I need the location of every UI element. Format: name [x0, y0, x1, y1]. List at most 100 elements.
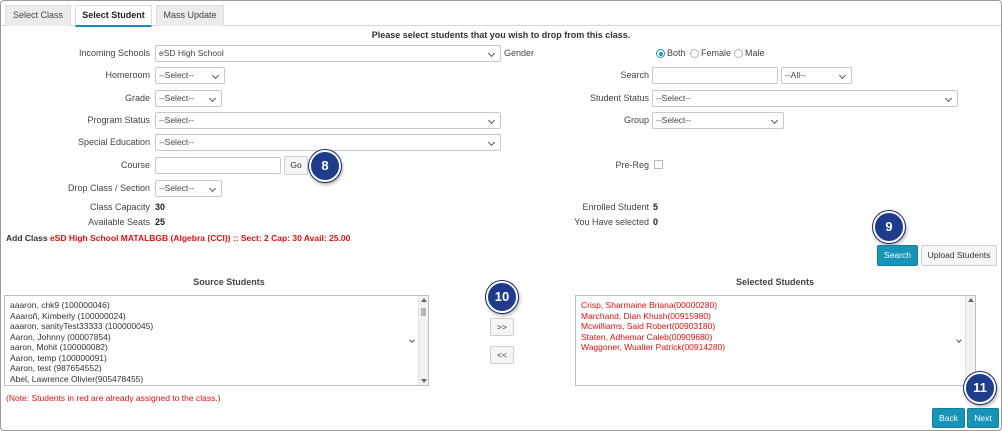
go-button[interactable]: Go — [284, 156, 308, 175]
add-class-line: Add Class eSD High School MATALBGB (Alge… — [6, 233, 350, 243]
list-item[interactable]: aaaron, sanityTest33333 (100000045) — [5, 321, 428, 332]
group-label: Group — [623, 115, 649, 125]
grade-label: Grade — [124, 93, 150, 103]
grade-select[interactable]: --Select-- — [155, 90, 222, 107]
list-item[interactable]: Crisp, Sharmaine Briana(00000280) — [576, 300, 975, 311]
chevron-down-icon — [211, 71, 220, 80]
add-class-detail: eSD High School MATALBGB (Algebra (CCI))… — [49, 233, 351, 243]
back-button[interactable]: Back — [932, 408, 965, 428]
red-students-note: (Note: Students in red are already assig… — [6, 393, 221, 403]
homeroom-label: Homeroom — [105, 70, 150, 80]
course-label: Course — [120, 160, 150, 170]
gender-female-label: Female — [701, 48, 732, 58]
scroll-down-icon[interactable] — [421, 379, 427, 383]
callout-badge: 9 — [873, 211, 905, 243]
search-button[interactable]: Search — [877, 245, 918, 266]
move-left-button[interactable]: << — [490, 346, 514, 364]
gender-both-label: Both — [667, 48, 686, 58]
list-item[interactable]: Marchand, Dian Khush(00915980) — [576, 311, 975, 322]
upload-students-button[interactable]: Upload Students — [921, 245, 997, 266]
student-status-value: --Select-- — [656, 93, 691, 103]
group-select[interactable]: --Select-- — [652, 112, 784, 129]
homeroom-select[interactable]: --Select-- — [155, 67, 225, 84]
group-value: --Select-- — [656, 115, 691, 125]
drop-class-section-value: --Select-- — [159, 183, 194, 193]
selected-students-items: Crisp, Sharmaine Briana(00000280) Marchan… — [576, 296, 975, 353]
tab-mass-update[interactable]: Mass Update — [156, 5, 224, 26]
list-item[interactable]: Staten, Adhemar Caleb(00909680) — [576, 332, 975, 343]
search-filter-select[interactable]: --All-- — [781, 67, 852, 84]
list-item[interactable]: Aaaroñ, Kimberly (100000024) — [5, 311, 428, 322]
search-filter-value: --All-- — [785, 70, 806, 80]
move-right-button[interactable]: >> — [490, 318, 514, 336]
drop-class-section-select[interactable]: --Select-- — [155, 180, 222, 197]
you-have-selected-label: You Have selected — [574, 217, 649, 227]
search-input[interactable] — [652, 67, 778, 84]
scrollbar-thumb[interactable] — [421, 308, 426, 316]
list-item[interactable]: Abel, Lawrence Olivier(905478455) — [5, 374, 428, 385]
chevron-down-icon — [487, 116, 496, 125]
chevron-down-icon — [487, 49, 496, 58]
source-students-items: aaaron, chk9 (100000046) Aaaroñ, Kimberly… — [5, 296, 428, 384]
grade-value: --Select-- — [159, 93, 194, 103]
list-item[interactable]: Aaron, Johnny (00007854) — [5, 332, 428, 343]
selected-students-list[interactable]: Crisp, Sharmaine Briana(00000280) Marchan… — [575, 295, 976, 386]
list-item[interactable]: aaron, Mohit (100000082) — [5, 342, 428, 353]
special-education-select[interactable]: --Select-- — [155, 134, 501, 151]
gender-male-label: Male — [745, 48, 765, 58]
instruction-text: Please select students that you wish to … — [371, 30, 631, 40]
chevron-down-icon — [208, 94, 217, 103]
student-status-select[interactable]: --Select-- — [652, 90, 958, 107]
gender-label: Gender — [504, 48, 535, 58]
callout-badge: 8 — [309, 150, 341, 182]
scrollbar[interactable] — [965, 296, 975, 385]
callout-badge: 11 — [964, 372, 996, 404]
scroll-up-icon[interactable] — [968, 298, 974, 302]
add-class-prefix: Add Class — [6, 233, 48, 243]
program-status-select[interactable]: --Select-- — [155, 112, 501, 129]
search-label: Search — [620, 70, 649, 80]
source-students-list[interactable]: aaaron, chk9 (100000046) Aaaroñ, Kimberly… — [4, 295, 429, 386]
program-status-value: --Select-- — [159, 115, 194, 125]
special-education-value: --Select-- — [159, 137, 194, 147]
pre-reg-label: Pre-Reg — [615, 160, 649, 170]
tab-select-student[interactable]: Select Student — [75, 5, 152, 27]
chevron-down-icon — [944, 94, 953, 103]
next-button[interactable]: Next — [967, 408, 999, 428]
available-seats-value: 25 — [155, 217, 166, 227]
pre-reg-checkbox[interactable] — [654, 160, 663, 169]
scroll-up-icon[interactable] — [421, 298, 427, 302]
incoming-schools-select[interactable]: eSD High School — [155, 45, 501, 62]
course-input[interactable] — [155, 157, 281, 174]
tab-bar: Select Class Select Student Mass Update — [1, 1, 1001, 27]
list-item[interactable]: Mcwilliams, Said Robert(00903180) — [576, 321, 975, 332]
student-status-label: Student Status — [589, 93, 649, 103]
chevron-down-icon — [487, 138, 496, 147]
incoming-schools-label: Incoming Schools — [78, 48, 150, 58]
list-item[interactable]: Waggoner, Wualter Patrick(00914280) — [576, 342, 975, 353]
list-item[interactable]: Aaron, temp (100000091) — [5, 353, 428, 364]
scrollbar[interactable] — [418, 296, 428, 385]
chevron-down-icon — [838, 71, 847, 80]
special-education-label: Special Education — [77, 137, 150, 147]
gender-both-radio[interactable] — [656, 49, 665, 58]
list-item[interactable]: Aaron, test (987654552) — [5, 363, 428, 374]
chevron-down-icon — [770, 116, 779, 125]
source-students-title: Source Students — [193, 277, 265, 287]
available-seats-label: Available Seats — [88, 217, 150, 227]
class-capacity-value: 30 — [155, 202, 166, 212]
incoming-schools-value: eSD High School — [159, 48, 224, 58]
program-status-label: Program Status — [87, 115, 150, 125]
enrolled-student-value: 5 — [653, 202, 659, 212]
selected-students-title: Selected Students — [735, 277, 815, 287]
drop-class-section-label: Drop Class / Section — [67, 183, 150, 193]
chevron-down-icon — [208, 184, 217, 193]
list-item[interactable]: aaaron, chk9 (100000046) — [5, 300, 428, 311]
gender-female-radio[interactable] — [690, 49, 699, 58]
tab-select-class[interactable]: Select Class — [5, 5, 71, 26]
gender-male-radio[interactable] — [734, 49, 743, 58]
callout-badge: 10 — [486, 281, 518, 313]
class-capacity-label: Class Capacity — [89, 202, 150, 212]
homeroom-value: --Select-- — [159, 70, 194, 80]
drop-students-window: Select Class Select Student Mass Update … — [0, 0, 1002, 431]
